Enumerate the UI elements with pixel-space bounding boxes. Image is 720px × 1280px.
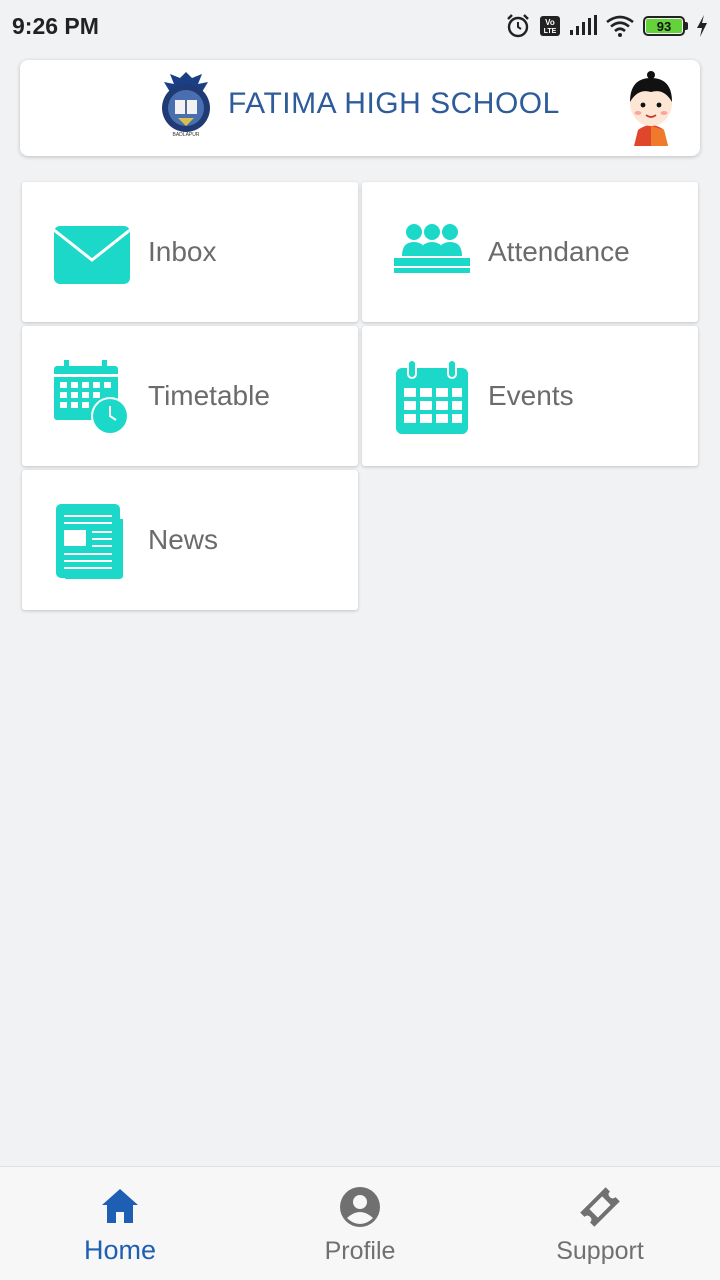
tile-label-inbox: Inbox — [148, 236, 217, 267]
battery-level: 93 — [646, 19, 682, 34]
tile-timetable[interactable]: Timetable — [22, 326, 358, 466]
attendance-icon — [394, 224, 470, 273]
header-card: BADLAPUR FATIMA HIGH SCHOOL — [20, 60, 700, 156]
newspaper-icon — [56, 504, 125, 580]
tile-label-attendance: Attendance — [488, 236, 630, 267]
school-name: FATIMA HIGH SCHOOL — [228, 87, 560, 120]
avatar[interactable] — [624, 70, 678, 146]
svg-text:BADLAPUR: BADLAPUR — [173, 132, 200, 138]
nav-label-home: Home — [83, 1235, 157, 1265]
nav-home[interactable]: Home — [0, 1167, 240, 1280]
tile-inbox[interactable]: Inbox — [22, 182, 358, 322]
nav-profile[interactable]: Profile — [240, 1167, 480, 1280]
bottom-nav: Home Profile Support — [0, 1166, 720, 1280]
ticket-icon — [580, 1187, 620, 1227]
tile-label-events: Events — [488, 380, 574, 411]
school-crest-logo: BADLAPUR — [162, 72, 210, 138]
alarm-icon — [507, 14, 529, 38]
volte-icon: Vo LTE — [540, 16, 560, 36]
calendar-icon — [396, 360, 468, 434]
nav-label-support: Support — [556, 1237, 644, 1265]
svg-text:LTE: LTE — [544, 28, 557, 35]
wifi-icon — [606, 15, 634, 37]
tile-attendance[interactable]: Attendance — [362, 182, 698, 322]
tile-label-news: News — [148, 524, 219, 555]
status-time: 9:26 PM — [12, 12, 99, 39]
tile-label-timetable: Timetable — [148, 380, 270, 411]
svg-text:Vo: Vo — [545, 18, 555, 27]
status-icons: Vo LTE 93 — [505, 13, 708, 39]
calendar-clock-icon — [54, 360, 129, 435]
home-icon — [102, 1189, 138, 1223]
tile-events[interactable]: Events — [362, 326, 698, 466]
nav-label-profile: Profile — [324, 1237, 396, 1265]
tile-news[interactable]: News — [22, 470, 358, 610]
status-bar: 9:26 PM Vo LTE 93 — [0, 0, 720, 52]
battery-icon: 93 — [643, 16, 688, 36]
charging-icon — [697, 15, 707, 37]
envelope-icon — [53, 226, 131, 284]
nav-support[interactable]: Support — [480, 1167, 720, 1280]
signal-icon — [570, 15, 597, 35]
profile-icon — [340, 1187, 380, 1227]
